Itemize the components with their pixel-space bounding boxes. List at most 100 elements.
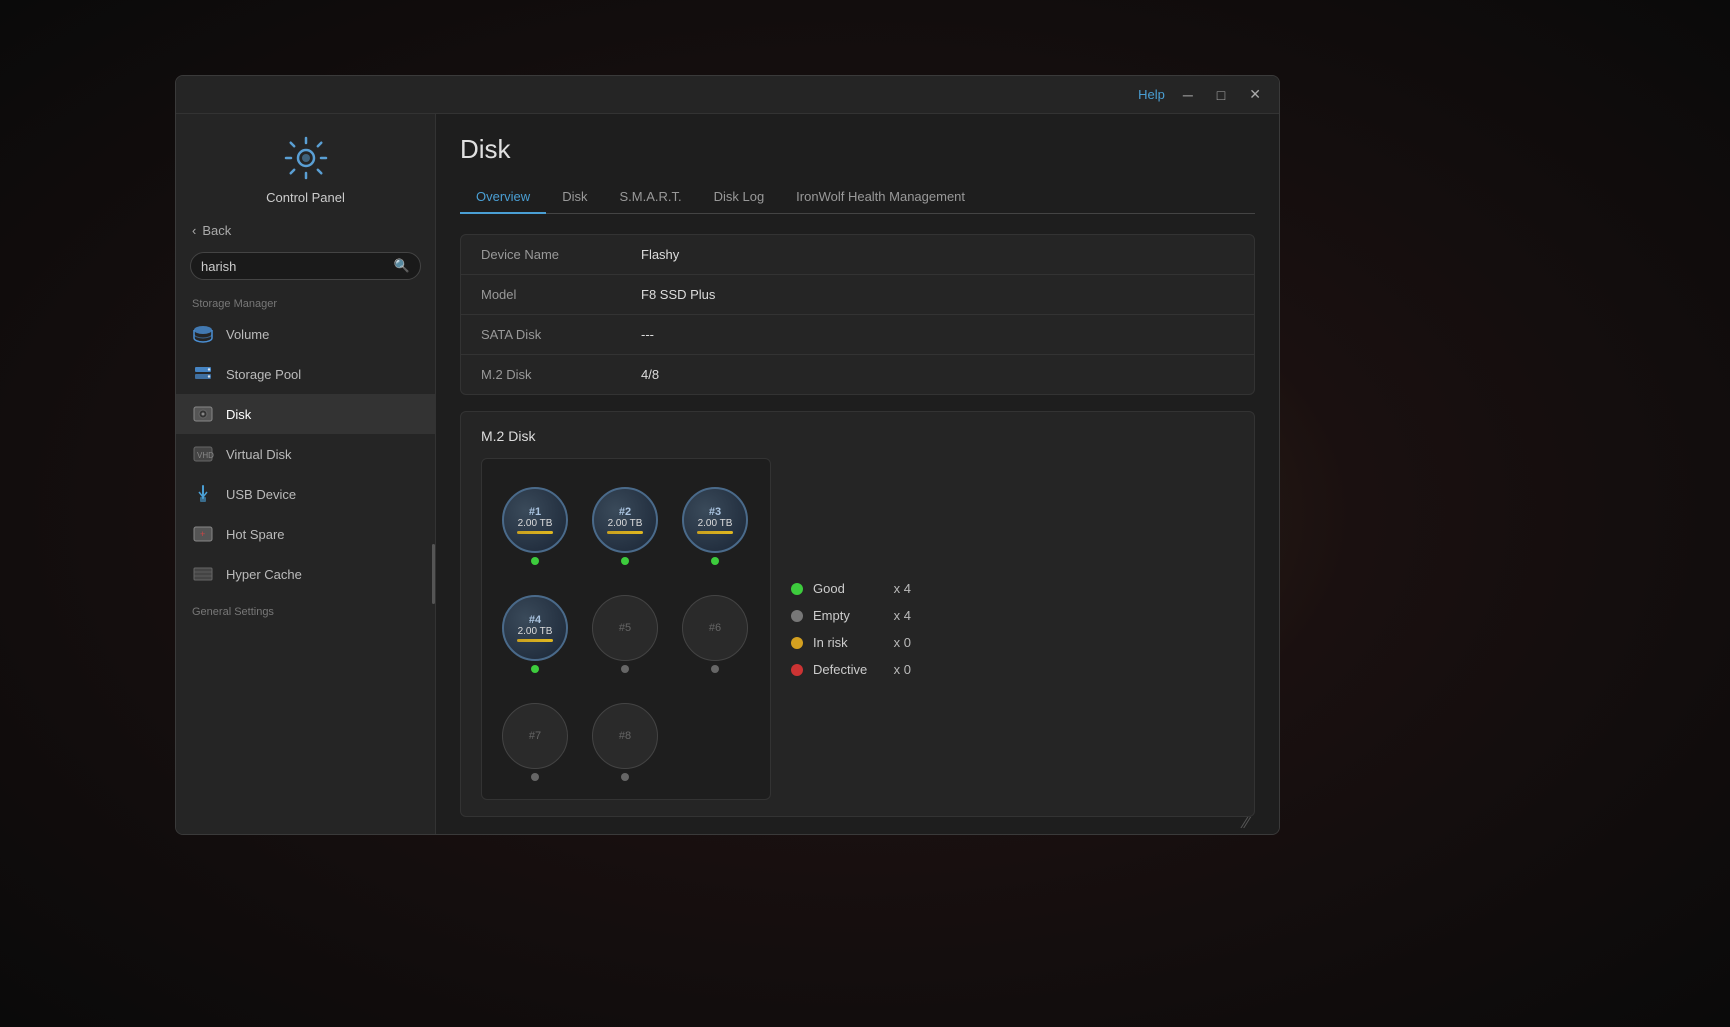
storage-manager-section-label: Storage Manager (176, 288, 435, 314)
usb-device-label: USB Device (226, 487, 296, 502)
disk-4-bar (517, 639, 553, 642)
sidebar-item-storage-pool[interactable]: Storage Pool (176, 354, 435, 394)
svg-text:VHD: VHD (197, 451, 214, 460)
in-risk-label: In risk (813, 635, 848, 650)
storage-pool-label: Storage Pool (226, 367, 301, 382)
volume-label: Volume (226, 327, 269, 342)
tab-smart[interactable]: S.M.A.R.T. (603, 181, 697, 214)
sidebar-item-hyper-cache[interactable]: Hyper Cache (176, 554, 435, 594)
volume-icon (192, 323, 214, 345)
disk-8-indicator (621, 773, 629, 781)
disk-slot-1[interactable]: #1 2.00 TB (494, 471, 576, 571)
defective-count: x 0 (894, 662, 911, 677)
virtual-disk-icon: VHD (192, 443, 214, 465)
disk-slot-6[interactable]: #6 (674, 579, 756, 679)
search-button[interactable]: 🔍 (394, 258, 410, 274)
defective-label: Defective (813, 662, 867, 677)
sidebar-item-volume[interactable]: Volume (176, 314, 435, 354)
disk-5-indicator (621, 665, 629, 673)
back-button[interactable]: ‹ Back (176, 217, 435, 244)
m2-label: M.2 Disk (481, 367, 641, 382)
page-title: Disk (460, 134, 1255, 165)
disk-1-indicator (531, 557, 539, 565)
gear-icon (282, 134, 330, 182)
tab-disk[interactable]: Disk (546, 181, 603, 214)
info-row-device-name: Device Name Flashy (461, 235, 1254, 275)
maximize-button[interactable]: □ (1211, 85, 1231, 105)
in-risk-count: x 0 (894, 635, 911, 650)
legend-good: Good x 4 (791, 581, 911, 596)
disk-6-indicator (711, 665, 719, 673)
disk-slot-7[interactable]: #7 (494, 687, 576, 787)
tab-disk-log[interactable]: Disk Log (698, 181, 781, 214)
info-row-model: Model F8 SSD Plus (461, 275, 1254, 315)
disk-section-title: M.2 Disk (481, 428, 1234, 444)
search-input[interactable] (201, 259, 394, 274)
disk-slot-8[interactable]: #8 (584, 687, 666, 787)
disk-circle-3: #3 2.00 TB (682, 487, 748, 553)
disk-content: #1 2.00 TB #2 2.00 TB (481, 458, 1234, 800)
legend-in-risk: In risk x 0 (791, 635, 911, 650)
sidebar: Control Panel ‹ Back 🔍 Storage Manager V… (176, 114, 436, 834)
resize-handle[interactable]: ∕∕ (454, 815, 1249, 833)
scrollbar (432, 544, 435, 604)
model-value: F8 SSD Plus (641, 287, 715, 302)
model-label: Model (481, 287, 641, 302)
sidebar-item-disk[interactable]: Disk (176, 394, 435, 434)
tab-bar: Overview Disk S.M.A.R.T. Disk Log IronWo… (460, 181, 1255, 214)
disk-slot-3[interactable]: #3 2.00 TB (674, 471, 756, 571)
content-area: Control Panel ‹ Back 🔍 Storage Manager V… (176, 114, 1279, 834)
sidebar-item-usb-device[interactable]: USB Device (176, 474, 435, 514)
disk-grid: #1 2.00 TB #2 2.00 TB (481, 458, 771, 800)
disk-2-num: #2 (619, 506, 631, 518)
sata-value: --- (641, 327, 654, 342)
usb-icon (192, 483, 214, 505)
disk-empty-5: #5 (592, 595, 658, 661)
svg-text:+: + (200, 529, 205, 539)
disk-slot-4[interactable]: #4 2.00 TB (494, 579, 576, 679)
back-chevron-icon: ‹ (192, 223, 196, 238)
sidebar-item-hot-spare[interactable]: + Hot Spare (176, 514, 435, 554)
defective-dot (791, 664, 803, 676)
general-settings-section-label: General Settings (176, 594, 435, 622)
close-button[interactable]: ✕ (1243, 84, 1267, 105)
disk-3-bar (697, 531, 733, 534)
disk-icon (192, 403, 214, 425)
disk-3-indicator (711, 557, 719, 565)
disk-1-num: #1 (529, 506, 541, 518)
disk-5-num: #5 (619, 622, 631, 634)
disk-empty-7: #7 (502, 703, 568, 769)
disk-2-size: 2.00 TB (608, 518, 643, 529)
sidebar-item-virtual-disk[interactable]: VHD Virtual Disk (176, 434, 435, 474)
virtual-disk-label: Virtual Disk (226, 447, 292, 462)
back-label: Back (202, 223, 231, 238)
info-card: Device Name Flashy Model F8 SSD Plus SAT… (460, 234, 1255, 395)
disk-legend: Good x 4 Empty x 4 In risk x 0 (791, 458, 911, 800)
tab-overview[interactable]: Overview (460, 181, 546, 214)
disk-4-num: #4 (529, 614, 541, 626)
disk-label: Disk (226, 407, 251, 422)
disk-slot-5[interactable]: #5 (584, 579, 666, 679)
hyper-cache-label: Hyper Cache (226, 567, 302, 582)
empty-label: Empty (813, 608, 850, 623)
empty-dot (791, 610, 803, 622)
help-link[interactable]: Help (1138, 87, 1165, 102)
disk-4-size: 2.00 TB (518, 626, 553, 637)
minimize-button[interactable]: ─ (1177, 85, 1199, 105)
disk-1-bar (517, 531, 553, 534)
disk-3-size: 2.00 TB (698, 518, 733, 529)
main-window: Help ─ □ ✕ Control Panel ‹ Back (175, 75, 1280, 835)
tab-ironwolf[interactable]: IronWolf Health Management (780, 181, 981, 214)
disk-slot-2[interactable]: #2 2.00 TB (584, 471, 666, 571)
legend-defective: Defective x 0 (791, 662, 911, 677)
device-name-label: Device Name (481, 247, 641, 262)
disk-circle-4: #4 2.00 TB (502, 595, 568, 661)
info-row-sata: SATA Disk --- (461, 315, 1254, 355)
sidebar-header: Control Panel (176, 114, 435, 217)
info-row-m2: M.2 Disk 4/8 (461, 355, 1254, 394)
disk-2-indicator (621, 557, 629, 565)
disk-6-num: #6 (709, 622, 721, 634)
disk-3-num: #3 (709, 506, 721, 518)
disk-circle-2: #2 2.00 TB (592, 487, 658, 553)
hyper-cache-icon (192, 563, 214, 585)
